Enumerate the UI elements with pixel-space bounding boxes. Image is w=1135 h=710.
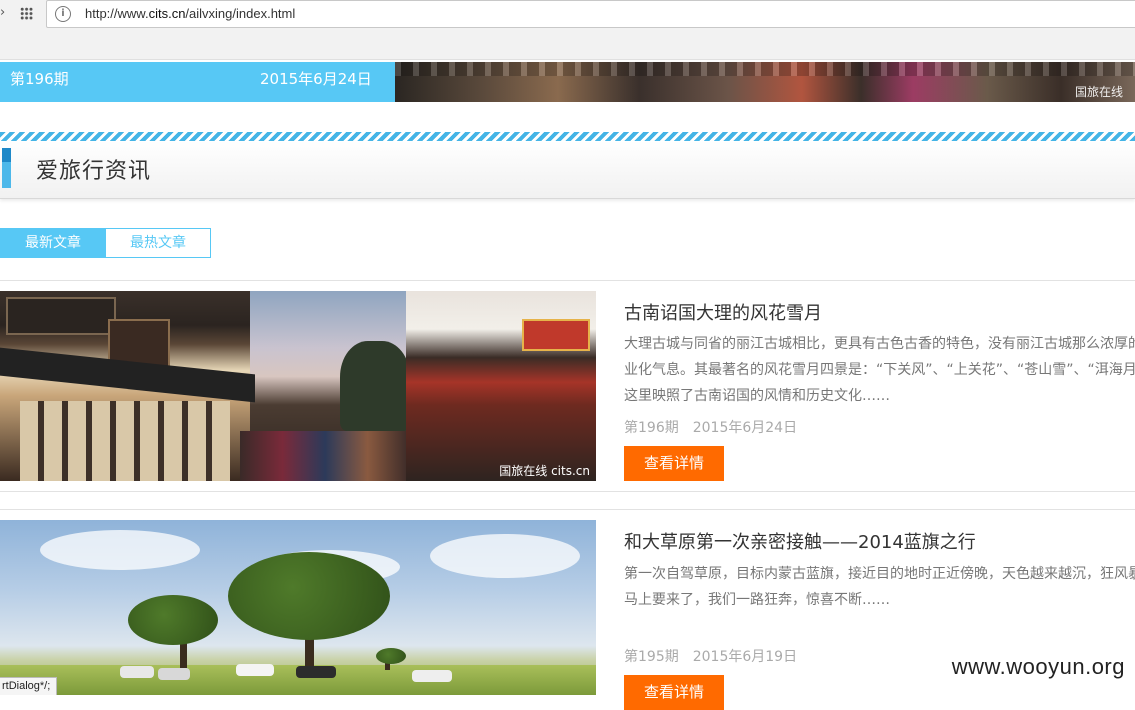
banner-image-watermark: 国旅在线 [1074, 85, 1123, 99]
address-bar[interactable]: i http://www.cits.cn/ailvxing/index.html [46, 0, 1135, 28]
view-details-button[interactable]: 查看详情 [624, 446, 724, 481]
banner-image[interactable]: 国旅在线 [395, 62, 1135, 102]
article-summary: 大理古城与同省的丽江古城相比，更具有古色古香的特色，没有丽江古城那么浓厚的商业化… [624, 336, 1135, 404]
page-info-icon[interactable]: i [55, 6, 71, 22]
section-header: 爱旅行资讯 [0, 141, 1135, 199]
article-date: 2015年6月24日 [692, 420, 798, 436]
view-details-button[interactable]: 查看详情 [624, 675, 724, 710]
article-image[interactable] [0, 520, 596, 695]
site-watermark: www.wooyun.org [951, 654, 1125, 679]
divider [0, 491, 1135, 492]
article-image[interactable]: 国旅在线 cits.cn [0, 291, 596, 481]
banner-date: 2015年6月24日 [260, 70, 372, 88]
article-tabs: 最新文章 最热文章 [0, 228, 211, 258]
article-issue: 第196期 [624, 420, 679, 436]
browser-toolbar: › i http://www.cits.cn/ailvxing/index.ht… [0, 0, 1135, 60]
article-title[interactable]: 古南诏国大理的风花雪月 [624, 299, 822, 325]
status-tooltip: rtDialog*/; [0, 677, 58, 695]
divider [0, 509, 1135, 510]
article-date: 2015年6月19日 [692, 649, 798, 665]
issue-banner: 第196期 2015年6月24日 [0, 62, 395, 102]
tab-hottest-articles[interactable]: 最热文章 [106, 228, 211, 258]
article-issue: 第195期 [624, 649, 679, 665]
article-title[interactable]: 和大草原第一次亲密接触——2014蓝旗之行 [624, 528, 976, 554]
banner-issue-number: 第196期 [10, 70, 69, 88]
forward-icon[interactable]: › [0, 5, 14, 21]
decorative-stripe [0, 132, 1135, 141]
article-image-watermark: 国旅在线 cits.cn [499, 464, 590, 478]
divider [0, 280, 1135, 281]
article-summary: 第一次自驾草原，目标内蒙古蓝旗，接近目的地时正近傍晚，天色越来越沉，狂风暴雨马上… [624, 566, 1135, 608]
url-text[interactable]: http://www.cits.cn/ailvxing/index.html [85, 6, 295, 21]
tab-latest-articles[interactable]: 最新文章 [0, 228, 106, 258]
section-marker [2, 148, 11, 188]
section-title: 爱旅行资讯 [36, 159, 152, 184]
article-meta: 第195期 2015年6月19日 [624, 646, 797, 666]
article-meta: 第196期 2015年6月24日 [624, 417, 797, 437]
apps-grid-icon[interactable] [20, 7, 33, 20]
